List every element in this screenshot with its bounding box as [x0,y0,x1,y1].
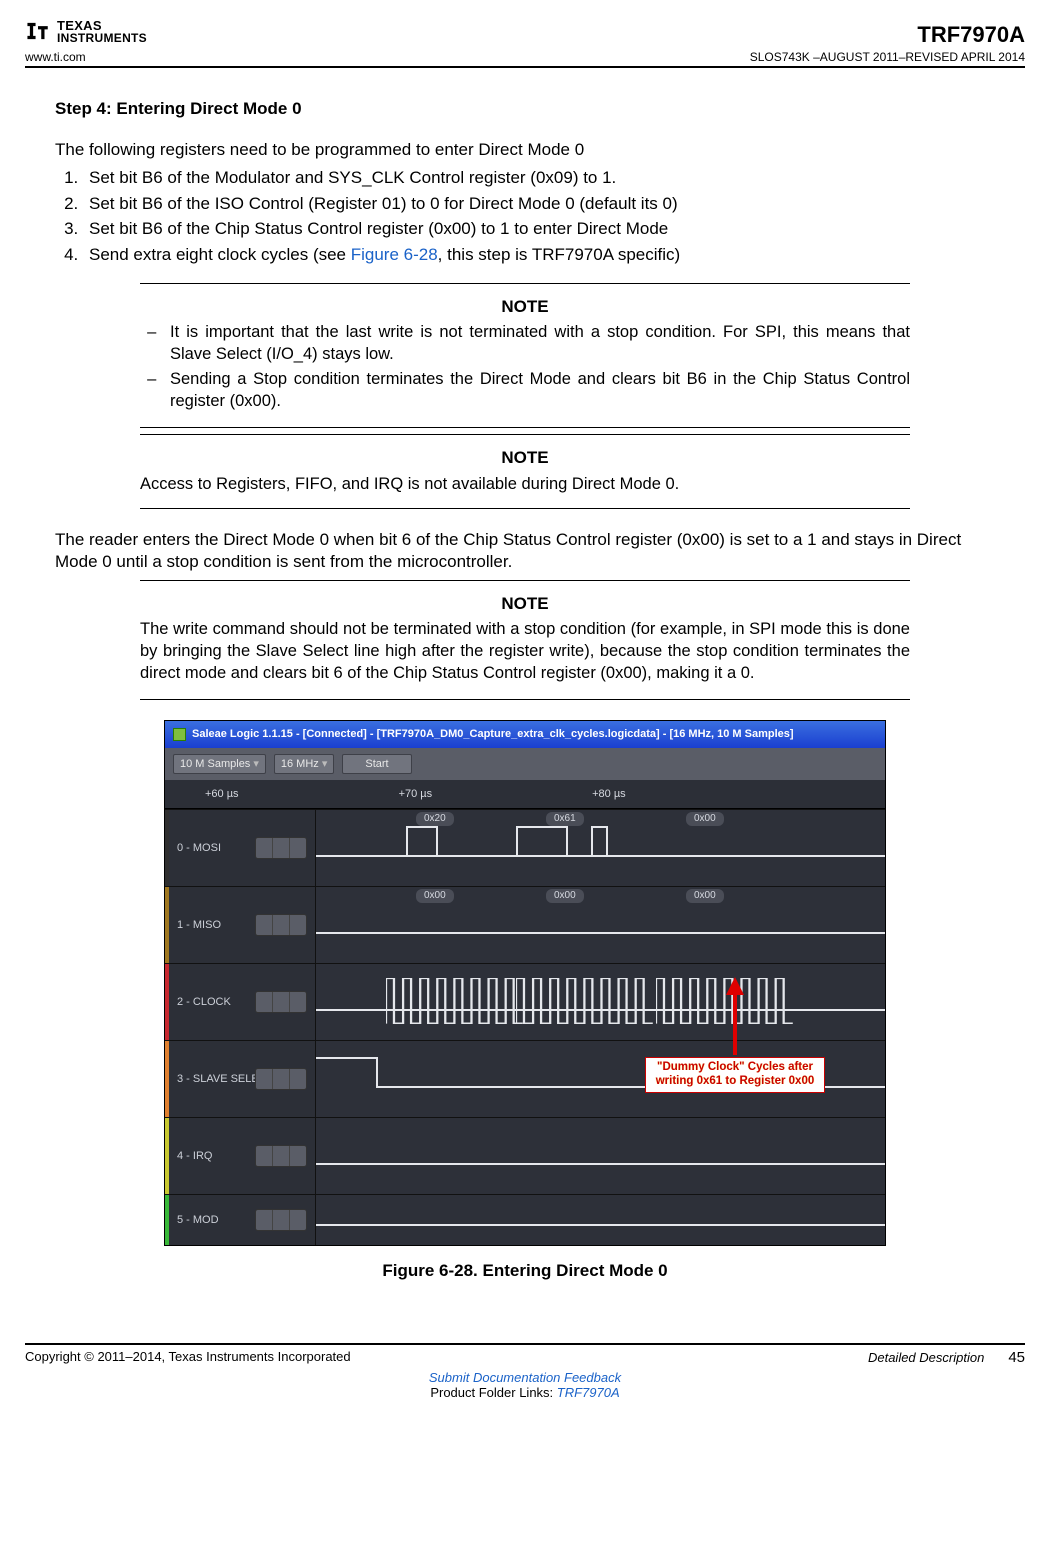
doc-revision: SLOS743K –AUGUST 2011–REVISED APRIL 2014 [750,50,1025,64]
content-body: Step 4: Entering Direct Mode 0 The follo… [25,68,1025,1283]
channel-label: 0 - MOSI [169,810,316,886]
list-item: Set bit B6 of the Chip Status Control re… [83,218,995,241]
step-title: Step 4: Entering Direct Mode 0 [55,98,995,121]
byte-tag: 0x00 [686,889,724,902]
channel-wave-irq [316,1118,885,1194]
byte-tag: 0x00 [686,812,724,825]
note-bullet: It is important that the last write is n… [170,322,910,366]
product-folder-link[interactable]: TRF7970A [557,1385,620,1400]
byte-tag: 0x61 [546,812,584,825]
start-button[interactable]: Start [342,754,411,775]
channel-controls[interactable] [255,1145,307,1167]
channel-wave-miso: 0x00 0x00 0x00 [316,887,885,963]
list-item: Set bit B6 of the Modulator and SYS_CLK … [83,167,995,190]
note-heading: NOTE [140,593,910,616]
list-item: Send extra eight clock cycles (see Figur… [83,244,995,267]
product-number: TRF7970A [917,22,1025,48]
time-tick: +60 µs [205,787,239,802]
step-intro: The following registers need to be progr… [55,139,995,162]
byte-tag: 0x20 [416,812,454,825]
time-axis: +60 µs +70 µs +80 µs [165,780,885,809]
channel-controls[interactable] [255,991,307,1013]
note-heading: NOTE [140,447,910,470]
step-list: Set bit B6 of the Modulator and SYS_CLK … [55,167,995,266]
rate-dropdown[interactable]: 16 MHz [274,754,334,775]
feedback-link[interactable]: Submit Documentation Feedback [429,1370,621,1385]
note-box: NOTE The write command should not be ter… [140,580,910,700]
note-box: NOTE Access to Registers, FIFO, and IRQ … [140,434,910,509]
note-text: Access to Registers, FIFO, and IRQ is no… [140,474,910,496]
brand-line2: INSTRUMENTS [57,32,147,44]
channel-controls[interactable] [255,914,307,936]
note-heading: NOTE [140,296,910,319]
figure-ref-link[interactable]: Figure 6-28 [351,245,438,264]
channel-label: 5 - MOD [169,1195,316,1245]
section-name: Detailed Description [868,1350,984,1365]
body-paragraph: The reader enters the Direct Mode 0 when… [55,529,995,574]
channel-controls[interactable] [255,1209,307,1231]
figure-caption: Figure 6-28. Entering Direct Mode 0 [55,1260,995,1283]
folder-label: Product Folder Links: [430,1385,556,1400]
channel-controls[interactable] [255,1068,307,1090]
note-bullet: Sending a Stop condition terminates the … [170,369,910,413]
callout-annotation: "Dummy Clock" Cycles after writing 0x61 … [645,977,825,1093]
figure-screenshot: Saleae Logic 1.1.15 - [Connected] - [TRF… [164,720,886,1246]
page-footer: Copyright © 2011–2014, Texas Instruments… [25,1349,1025,1366]
page-number: 45 [1008,1349,1025,1366]
channel-controls[interactable] [255,837,307,859]
time-tick: +80 µs [592,787,626,802]
note-box: NOTE It is important that the last write… [140,283,910,428]
window-title: Saleae Logic 1.1.15 - [Connected] - [TRF… [192,727,794,742]
brand-line1: TEXAS [57,19,147,32]
channel-wave-mosi: 0x20 0x61 0x00 [316,810,885,886]
toolbar: 10 M Samples 16 MHz Start [165,748,885,781]
window-titlebar: Saleae Logic 1.1.15 - [Connected] - [TRF… [165,721,885,748]
site-link[interactable]: www.ti.com [25,50,86,64]
waveform-area: 0 - MOSI 0x20 0x61 0x00 1 - MISO [165,809,885,1245]
ti-logo-icon [25,18,51,44]
channel-label: 1 - MISO [169,887,316,963]
note-text: The write command should not be terminat… [140,619,910,685]
page-header: TEXAS INSTRUMENTS TRF7970A www.ti.com SL… [25,0,1025,68]
app-icon [173,728,186,741]
byte-tag: 0x00 [546,889,584,902]
channel-wave-mod [316,1195,885,1245]
channel-label: 4 - IRQ [169,1118,316,1194]
list-item: Set bit B6 of the ISO Control (Register … [83,193,995,216]
samples-dropdown[interactable]: 10 M Samples [173,754,266,775]
brand-logo: TEXAS INSTRUMENTS [25,18,1025,44]
channel-label: 2 - CLOCK [169,964,316,1040]
byte-tag: 0x00 [416,889,454,902]
copyright-text: Copyright © 2011–2014, Texas Instruments… [25,1349,351,1366]
channel-label: 3 - SLAVE SELECT [169,1041,316,1117]
time-tick: +70 µs [399,787,433,802]
